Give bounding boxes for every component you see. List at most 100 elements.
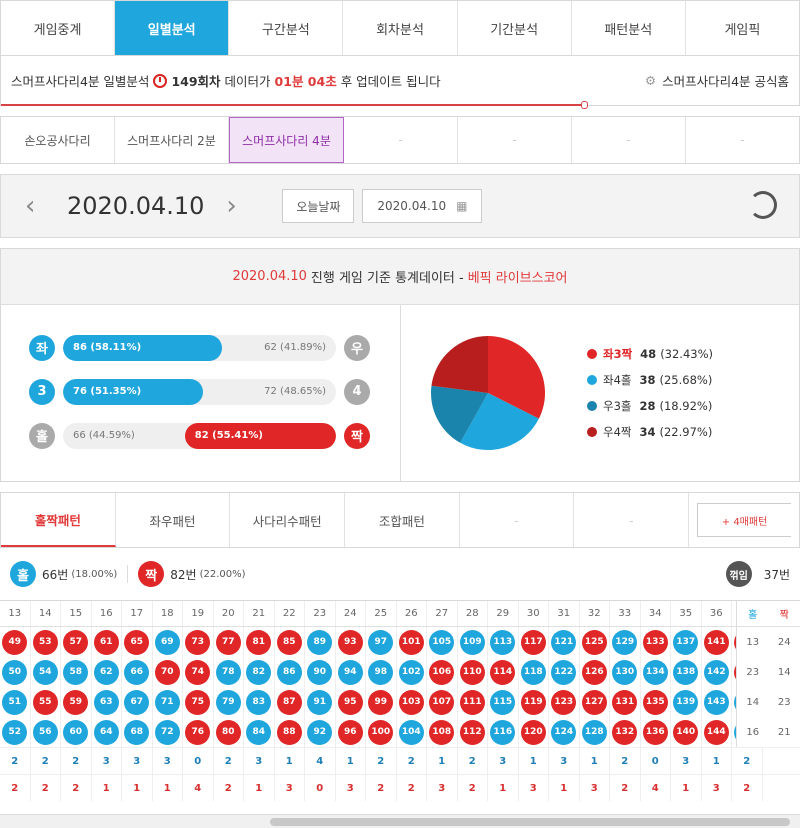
result-ball: 124 bbox=[551, 719, 577, 745]
count-cell: 2 bbox=[397, 775, 427, 801]
side-row: 16 21 bbox=[737, 717, 800, 747]
legend-pct: (22.97%) bbox=[659, 425, 713, 439]
result-ball: 82 bbox=[246, 659, 272, 685]
count-cell: 2 bbox=[458, 775, 488, 801]
date-input[interactable]: 2020.04.10 ▦ bbox=[362, 189, 483, 223]
legend-value: 34 bbox=[639, 425, 656, 439]
pattern-tab-0[interactable]: 홀짝패턴 bbox=[1, 493, 116, 547]
pattern-tab-5: - bbox=[574, 493, 690, 547]
result-ball: 142 bbox=[703, 659, 729, 685]
side-even-header: 짝 bbox=[779, 610, 789, 621]
pattern-tab-1[interactable]: 좌우패턴 bbox=[116, 493, 231, 547]
date-navigator: ‹ 2020.04.10 › 오늘날짜 2020.04.10 ▦ bbox=[0, 174, 800, 238]
main-tabs: 게임중계 일별분석 구간분석 회차분석 기간분석 패턴분석 게임픽 bbox=[0, 0, 800, 56]
grid-cell: 84 bbox=[244, 717, 275, 747]
pie-legend: 좌3짝 48 (32.43%) 좌4홀 38 (25.68%) 우3홀 28 (18.92%) 우… bbox=[587, 341, 713, 445]
grid-cell: 71 bbox=[153, 687, 183, 717]
tab-1[interactable]: 일별분석 bbox=[115, 1, 230, 55]
grid-cell: 70 bbox=[153, 657, 183, 687]
game-tab-2[interactable]: 스머프사다리 4분 bbox=[229, 117, 344, 163]
tab-5[interactable]: 패턴분석 bbox=[572, 1, 686, 55]
tab-3[interactable]: 회차분석 bbox=[343, 1, 458, 55]
result-ball: 89 bbox=[307, 629, 333, 655]
stats-brand: 베픽 라이브스코어 bbox=[467, 271, 568, 286]
grid-cell: 94 bbox=[336, 657, 366, 687]
result-ball: 114 bbox=[490, 659, 516, 685]
update-progress-bar bbox=[1, 101, 588, 109]
game-tab-1[interactable]: 스머프사다리 2분 bbox=[115, 117, 229, 163]
today-button[interactable]: 오늘날짜 bbox=[282, 189, 355, 223]
count-cell: 1 bbox=[336, 748, 366, 774]
prev-date-icon[interactable]: ‹ bbox=[25, 191, 45, 221]
result-ball: 128 bbox=[581, 719, 607, 745]
result-ball: 77 bbox=[215, 629, 241, 655]
result-ball: 110 bbox=[459, 659, 485, 685]
tab-0[interactable]: 게임중계 bbox=[1, 1, 116, 55]
pattern-tab-3[interactable]: 조합패턴 bbox=[345, 493, 460, 547]
next-date-icon[interactable]: › bbox=[226, 191, 246, 221]
grid-cell: 121 bbox=[549, 627, 580, 657]
column-header: 13 bbox=[0, 601, 31, 626]
result-ball: 67 bbox=[124, 689, 150, 715]
count-cell: 3 bbox=[519, 775, 549, 801]
combo-pie-chart bbox=[431, 336, 545, 450]
pie-area: 좌3짝 48 (32.43%) 좌4홀 38 (25.68%) 우3홀 28 (18.92%) 우… bbox=[401, 305, 799, 481]
official-home-label: 스머프사다리4분 공식홈 bbox=[662, 74, 789, 89]
result-ball: 87 bbox=[276, 689, 302, 715]
grid-cell: 65 bbox=[122, 627, 153, 657]
result-ball: 95 bbox=[337, 689, 363, 715]
result-ball: 115 bbox=[490, 689, 516, 715]
refresh-icon[interactable] bbox=[749, 191, 777, 219]
legend-pct: (32.43%) bbox=[660, 347, 714, 361]
grid-cell: 87 bbox=[275, 687, 305, 717]
scrollbar-thumb[interactable] bbox=[270, 818, 790, 826]
result-ball: 102 bbox=[398, 659, 424, 685]
grid-cell: 137 bbox=[671, 627, 702, 657]
left-fill: 86 (58.11%) bbox=[63, 334, 222, 361]
tab-6[interactable]: 게임픽 bbox=[686, 1, 799, 55]
side-row: 14 23 bbox=[737, 687, 800, 717]
legend-dot bbox=[587, 427, 597, 437]
column-header: 18 bbox=[153, 601, 183, 626]
pattern-tab-2[interactable]: 사다리수패턴 bbox=[230, 493, 346, 547]
horizontal-scrollbar[interactable] bbox=[0, 814, 800, 828]
column-header: 24 bbox=[336, 601, 366, 626]
side-odd-header: 홀 bbox=[748, 610, 758, 621]
tab-2[interactable]: 구간분석 bbox=[229, 1, 344, 55]
column-header: 27 bbox=[427, 601, 458, 626]
grid-cell: 100 bbox=[366, 717, 397, 747]
count-cell: 4 bbox=[305, 748, 336, 774]
count-cell: 3 bbox=[549, 748, 580, 774]
result-ball: 126 bbox=[581, 659, 607, 685]
grid-cell: 95 bbox=[336, 687, 366, 717]
legend-dot bbox=[587, 401, 597, 411]
grid-cell: 55 bbox=[31, 687, 61, 717]
game-tab-0[interactable]: 손오공사다리 bbox=[1, 117, 115, 163]
side-even-value: 21 bbox=[777, 726, 791, 738]
grid-cell: 111 bbox=[458, 687, 488, 717]
result-ball: 63 bbox=[93, 689, 119, 715]
grid-cell: 68 bbox=[122, 717, 153, 747]
result-ball: 80 bbox=[215, 719, 241, 745]
result-ball: 127 bbox=[581, 689, 607, 715]
side-even-value: 23 bbox=[777, 696, 791, 708]
grid-cell: 74 bbox=[183, 657, 214, 687]
pattern-tab-6[interactable]: + 4매패턴 bbox=[697, 503, 792, 537]
result-ball: 106 bbox=[429, 659, 455, 685]
legend-value: 28 bbox=[639, 399, 656, 413]
official-home-link[interactable]: ⚙ 스머프사다리4분 공식홈 bbox=[645, 71, 789, 90]
grid-cell: 49 bbox=[0, 627, 31, 657]
column-header: 36 bbox=[702, 601, 732, 626]
count-cell: 2 bbox=[610, 748, 641, 774]
legend-dot bbox=[587, 349, 597, 359]
side-even-value: 24 bbox=[777, 636, 791, 648]
result-ball: 78 bbox=[215, 659, 241, 685]
tab-4[interactable]: 기간분석 bbox=[458, 1, 572, 55]
column-header: 32 bbox=[580, 601, 610, 626]
column-header: 14 bbox=[31, 601, 61, 626]
grid-cell: 102 bbox=[397, 657, 427, 687]
grid-cell: 92 bbox=[305, 717, 336, 747]
ball-row: 52 56 60 64 68 72 76 80 84 88 92 96 100 104 108 112 116 1… bbox=[0, 717, 800, 747]
grid-cell: 134 bbox=[641, 657, 671, 687]
pattern-grid: 13 14 15 16 17 18 19 20 21 22 23 24 25 26 27 28 29 30 31 32… bbox=[0, 600, 800, 801]
